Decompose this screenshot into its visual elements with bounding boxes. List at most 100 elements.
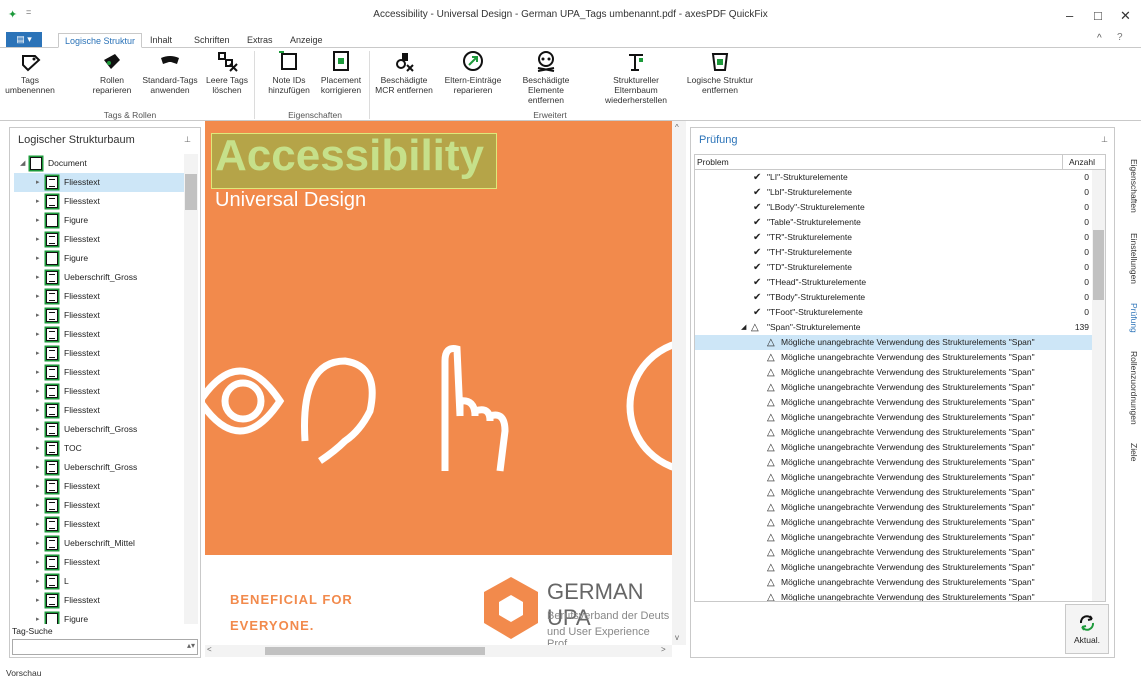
logische-struktur-entfernen-button[interactable]: Logische Struktur entfernen (686, 50, 754, 95)
warning-row[interactable]: △ Mögliche unangebrachte Verwendung des S… (695, 335, 1093, 350)
warning-row[interactable]: △ Mögliche unangebrachte Verwendung des S… (695, 545, 1093, 560)
expand-icon[interactable]: ▸ (36, 211, 40, 230)
tree-scrollbar[interactable] (184, 154, 198, 624)
expand-icon[interactable]: ▸ (36, 230, 40, 249)
close-button[interactable]: ✕ (1120, 8, 1131, 24)
help-icon[interactable]: ? (1117, 32, 1123, 43)
warning-row[interactable]: △ Mögliche unangebrachte Verwendung des S… (695, 590, 1093, 601)
expand-icon[interactable]: ▸ (36, 610, 40, 624)
expand-icon[interactable]: ▸ (36, 325, 40, 344)
tree-item[interactable]: ▸ Fliesstext (14, 477, 184, 496)
beschaedigte-elemente-entfernen-button[interactable]: Beschädigte Elemente entfernen (511, 50, 581, 105)
check-row[interactable]: ✔ "Table"-Strukturelemente 0 (695, 215, 1093, 230)
tag-search-input[interactable]: ▴▾ (12, 639, 198, 655)
tree-item[interactable]: ▸ TOC (14, 439, 184, 458)
leere-tags-loeschen-button[interactable]: Leere Tags löschen (206, 50, 248, 95)
tab-anzeige[interactable]: Anzeige (284, 33, 329, 48)
expand-icon[interactable]: ▸ (36, 496, 40, 515)
tree-item[interactable]: ▸ Ueberschrift_Gross (14, 420, 184, 439)
check-row[interactable]: ✔ "TD"-Strukturelemente 0 (695, 260, 1093, 275)
preview-hscroll[interactable]: < > (205, 645, 672, 657)
tree-item[interactable]: ▸ Fliesstext (14, 306, 184, 325)
tree-item[interactable]: ▸ L (14, 572, 184, 591)
minimize-button[interactable]: – (1066, 8, 1073, 23)
expand-icon[interactable]: ▸ (36, 382, 40, 401)
expand-icon[interactable]: ▸ (36, 534, 40, 553)
expand-icon[interactable]: ▸ (36, 249, 40, 268)
expand-icon[interactable]: ▸ (36, 173, 40, 192)
expand-icon[interactable]: ▸ (36, 287, 40, 306)
warning-row[interactable]: △ Mögliche unangebrachte Verwendung des S… (695, 380, 1093, 395)
beschaedigte-mcr-entfernen-button[interactable]: Beschädigte MCR entfernen (374, 50, 434, 95)
warning-row[interactable]: △ Mögliche unangebrachte Verwendung des S… (695, 455, 1093, 470)
tree-item[interactable]: ▸ Ueberschrift_Gross (14, 458, 184, 477)
standard-tags-anwenden-button[interactable]: Standard-Tags anwenden (140, 50, 200, 95)
rollen-reparieren-button[interactable]: Rollen reparieren (92, 50, 132, 95)
tree-item[interactable]: ▸ Fliesstext (14, 591, 184, 610)
expand-icon[interactable]: ▸ (36, 420, 40, 439)
warning-row[interactable]: △ Mögliche unangebrachte Verwendung des S… (695, 575, 1093, 590)
preview-vscroll[interactable]: ^ v (672, 121, 686, 645)
check-row[interactable]: ✔ "TFoot"-Strukturelemente 0 (695, 305, 1093, 320)
tree-item[interactable]: ▸ Fliesstext (14, 230, 184, 249)
expand-icon[interactable]: ▸ (36, 268, 40, 287)
expand-icon[interactable]: ▸ (36, 344, 40, 363)
note-ids-hinzufuegen-button[interactable]: Note IDs hinzufügen (266, 50, 312, 95)
tree-item[interactable]: ▸ Figure (14, 249, 184, 268)
column-count[interactable]: Anzahl (1063, 155, 1105, 170)
tags-umbenennen-button[interactable]: Tags umbenennen (2, 50, 58, 95)
warning-row[interactable]: △ Mögliche unangebrachte Verwendung des S… (695, 440, 1093, 455)
expand-icon[interactable]: ▸ (36, 192, 40, 211)
tree-item[interactable]: ▸ Fliesstext (14, 382, 184, 401)
side-tab-rollenzuordnungen[interactable]: Rollenzuordnungen (1119, 351, 1139, 425)
warning-row[interactable]: △ Mögliche unangebrachte Verwendung des S… (695, 485, 1093, 500)
expand-icon[interactable]: ▸ (36, 401, 40, 420)
warning-row[interactable]: △ Mögliche unangebrachte Verwendung des S… (695, 515, 1093, 530)
warning-row[interactable]: △ Mögliche unangebrachte Verwendung des S… (695, 395, 1093, 410)
warning-row[interactable]: △ Mögliche unangebrachte Verwendung des S… (695, 365, 1093, 380)
expand-icon[interactable]: ▸ (36, 515, 40, 534)
tree-item[interactable]: ▸ Fliesstext (14, 363, 184, 382)
tree-item[interactable]: ▸ Fliesstext (14, 344, 184, 363)
tree-item[interactable]: ▸ Fliesstext (14, 192, 184, 211)
tab-schriften[interactable]: Schriften (188, 33, 236, 48)
tree-item[interactable]: ▸ Ueberschrift_Mittel (14, 534, 184, 553)
maximize-button[interactable]: □ (1094, 8, 1102, 23)
expand-open-icon[interactable]: ◢ (20, 154, 25, 173)
tree-item[interactable]: ▸ Fliesstext (14, 325, 184, 344)
tab-extras[interactable]: Extras (241, 33, 279, 48)
tree-item[interactable]: ▸ Figure (14, 211, 184, 230)
tab-inhalt[interactable]: Inhalt (144, 33, 178, 48)
check-row[interactable]: ◢ △ "Span"-Strukturelemente 139 (695, 320, 1093, 335)
pin-icon[interactable]: ⊥ (1101, 135, 1108, 144)
check-row[interactable]: ✔ "Lbl"-Strukturelemente 0 (695, 185, 1093, 200)
tree-item[interactable]: ▸ Fliesstext (14, 553, 184, 572)
warning-row[interactable]: △ Mögliche unangebrachte Verwendung des S… (695, 560, 1093, 575)
expand-icon[interactable]: ▸ (36, 591, 40, 610)
check-row[interactable]: ✔ "THead"-Strukturelemente 0 (695, 275, 1093, 290)
tree-item[interactable]: ▸ Fliesstext (14, 401, 184, 420)
tree-item[interactable]: ▸ Ueberschrift_Gross (14, 268, 184, 287)
check-row[interactable]: ✔ "LI"-Strukturelemente 0 (695, 170, 1093, 185)
pin-icon[interactable]: ⊥ (184, 135, 191, 144)
tree-item[interactable]: ▸ Fliesstext (14, 515, 184, 534)
side-tab-eigenschaften[interactable]: Eigenschaften (1119, 159, 1139, 213)
tree-item[interactable]: ▸ Fliesstext (14, 287, 184, 306)
check-row[interactable]: ✔ "TBody"-Strukturelemente 0 (695, 290, 1093, 305)
struktureller-elternbaum-button[interactable]: Struktureller Elternbaum wiederherstelle… (596, 50, 676, 105)
collapse-ribbon-icon[interactable]: ^ (1097, 33, 1102, 44)
check-row[interactable]: ✔ "TH"-Strukturelemente 0 (695, 245, 1093, 260)
check-row[interactable]: ✔ "LBody"-Strukturelemente 0 (695, 200, 1093, 215)
tree-item[interactable]: ▸ Figure (14, 610, 184, 624)
tree-item[interactable]: ▸ Fliesstext (14, 496, 184, 515)
tree-item[interactable]: ◢ Document (14, 154, 184, 173)
spinner-icon[interactable]: ▴▾ (187, 641, 195, 650)
warning-row[interactable]: △ Mögliche unangebrachte Verwendung des S… (695, 350, 1093, 365)
warning-row[interactable]: △ Mögliche unangebrachte Verwendung des S… (695, 500, 1093, 515)
side-tab-ziele[interactable]: Ziele (1119, 443, 1139, 461)
expand-icon[interactable]: ▸ (36, 458, 40, 477)
expand-icon[interactable]: ▸ (36, 306, 40, 325)
expand-open-icon[interactable]: ◢ (741, 320, 746, 335)
check-row[interactable]: ✔ "TR"-Strukturelemente 0 (695, 230, 1093, 245)
file-menu-button[interactable]: ▤ ▾ (6, 32, 42, 47)
